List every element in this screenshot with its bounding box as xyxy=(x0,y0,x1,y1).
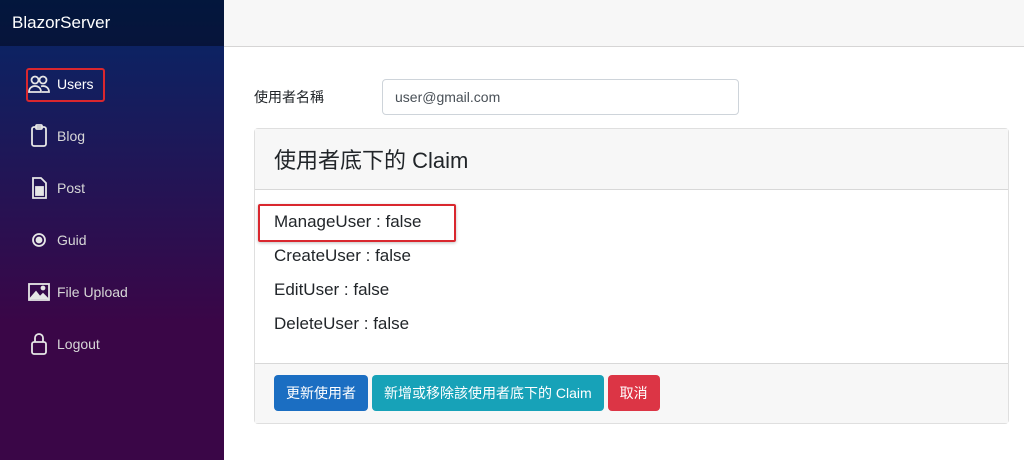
top-bar xyxy=(224,0,1024,47)
image-icon xyxy=(26,279,52,305)
claims-card: 使用者底下的 Claim ManageUser : false CreateUs… xyxy=(254,128,1009,424)
claim-item: ManageUser : false xyxy=(258,204,989,242)
document-icon xyxy=(26,175,52,201)
username-input[interactable] xyxy=(382,79,739,115)
sidebar-item-label: Guid xyxy=(57,232,87,248)
sidebar-item-label: Logout xyxy=(57,336,100,352)
manage-claims-button[interactable]: 新增或移除該使用者底下的 Claim xyxy=(372,375,604,411)
update-user-button[interactable]: 更新使用者 xyxy=(274,375,368,411)
card-title: 使用者底下的 Claim xyxy=(255,129,1008,190)
card-footer: 更新使用者 新增或移除該使用者底下的 Claim 取消 xyxy=(255,363,1008,423)
cancel-button[interactable]: 取消 xyxy=(607,375,660,411)
target-icon xyxy=(26,227,52,253)
sidebar-item-logout[interactable]: Logout xyxy=(0,318,224,370)
claim-item: CreateUser : false xyxy=(274,246,411,265)
sidebar-item-users[interactable]: Users xyxy=(0,58,224,110)
claim-item: EditUser : false xyxy=(274,280,390,299)
claims-list: ManageUser : false CreateUser : false Ed… xyxy=(255,190,1008,363)
app-brand[interactable]: BlazorServer xyxy=(0,0,224,46)
clipboard-icon xyxy=(26,123,52,149)
claim-item: DeleteUser : false xyxy=(274,314,410,333)
sidebar-item-label: File Upload xyxy=(57,284,128,300)
sidebar-item-label: Post xyxy=(57,180,86,196)
sidebar-item-label: Blog xyxy=(57,128,86,144)
nav-menu: Users Blog Post Guid File Upload Logout xyxy=(0,46,224,370)
main-content: 使用者名稱 使用者底下的 Claim ManageUser : false Cr… xyxy=(254,78,1009,424)
sidebar-item-file-upload[interactable]: File Upload xyxy=(0,266,224,318)
lock-icon xyxy=(26,331,52,357)
sidebar: BlazorServer Users Blog Post Guid File U… xyxy=(0,0,224,460)
username-label: 使用者名稱 xyxy=(254,89,324,105)
sidebar-item-post[interactable]: Post xyxy=(0,162,224,214)
sidebar-item-blog[interactable]: Blog xyxy=(0,110,224,162)
sidebar-item-guid[interactable]: Guid xyxy=(0,214,224,266)
username-row: 使用者名稱 xyxy=(254,78,1009,116)
